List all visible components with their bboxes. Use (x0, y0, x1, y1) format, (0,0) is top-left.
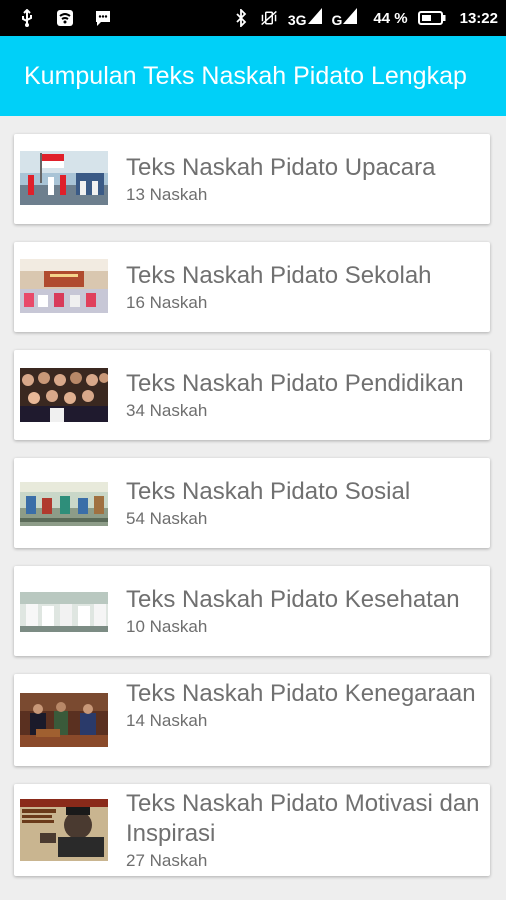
item-title: Teks Naskah Pidato Upacara (126, 154, 436, 181)
wifi-hotspot-icon (56, 9, 74, 27)
vibrate-off-icon (260, 9, 278, 27)
category-list[interactable]: Teks Naskah Pidato Upacara 13 Naskah Tek… (0, 116, 506, 900)
soekarno-poster-image (20, 799, 108, 861)
item-count: 10 Naskah (126, 617, 208, 636)
audience-image (20, 368, 108, 422)
list-item-kenegaraan[interactable]: Teks Naskah Pidato Kenegaraan 14 Naskah (14, 674, 490, 766)
carrier-signal-label: G (331, 12, 343, 28)
item-count: 27 Naskah (126, 851, 208, 870)
hospital-image (20, 592, 108, 646)
school-hall-image (20, 259, 108, 313)
item-title: Teks Naskah Pidato Motivasi dan Inspiras… (126, 790, 480, 847)
list-item-motivasi[interactable]: Teks Naskah Pidato Motivasi dan Inspiras… (14, 784, 490, 876)
message-icon (94, 9, 112, 27)
signal-icon-1 (307, 8, 322, 28)
item-count: 34 Naskah (126, 401, 208, 420)
item-title: Teks Naskah Pidato Pendidikan (126, 370, 464, 397)
list-item-sekolah[interactable]: Teks Naskah Pidato Sekolah 16 Naskah (14, 242, 490, 332)
list-item-kesehatan[interactable]: Teks Naskah Pidato Kesehatan 10 Naskah (14, 566, 490, 656)
state-speech-image (20, 693, 108, 747)
item-count: 13 Naskah (126, 185, 208, 204)
usb-icon (18, 9, 36, 27)
list-item-pendidikan[interactable]: Teks Naskah Pidato Pendidikan 34 Naskah (14, 350, 490, 440)
flag-ceremony-image (20, 151, 108, 205)
app-title: Kumpulan Teks Naskah Pidato Lengkap (24, 62, 467, 90)
item-count: 54 Naskah (126, 509, 208, 528)
list-item-sosial[interactable]: Teks Naskah Pidato Sosial 54 Naskah (14, 458, 490, 548)
clock: 13:22 (459, 9, 498, 27)
item-count: 14 Naskah (126, 711, 208, 730)
app-bar: Kumpulan Teks Naskah Pidato Lengkap (0, 36, 506, 116)
item-title: Teks Naskah Pidato Sekolah (126, 262, 432, 289)
list-item-upacara[interactable]: Teks Naskah Pidato Upacara 13 Naskah (14, 134, 490, 224)
signal-icon-2 (343, 8, 358, 28)
bluetooth-icon (232, 9, 250, 27)
item-title: Teks Naskah Pidato Sosial (126, 478, 411, 505)
battery-percent: 44 % (373, 9, 408, 27)
item-title: Teks Naskah Pidato Kenegaraan (126, 680, 476, 707)
status-bar: 3G G 44 % 13:22 (0, 0, 506, 36)
classroom-image (20, 482, 108, 536)
network-type-label: 3G (287, 12, 307, 28)
item-count: 16 Naskah (126, 293, 208, 312)
item-title: Teks Naskah Pidato Kesehatan (126, 586, 460, 613)
battery-icon (417, 9, 446, 27)
